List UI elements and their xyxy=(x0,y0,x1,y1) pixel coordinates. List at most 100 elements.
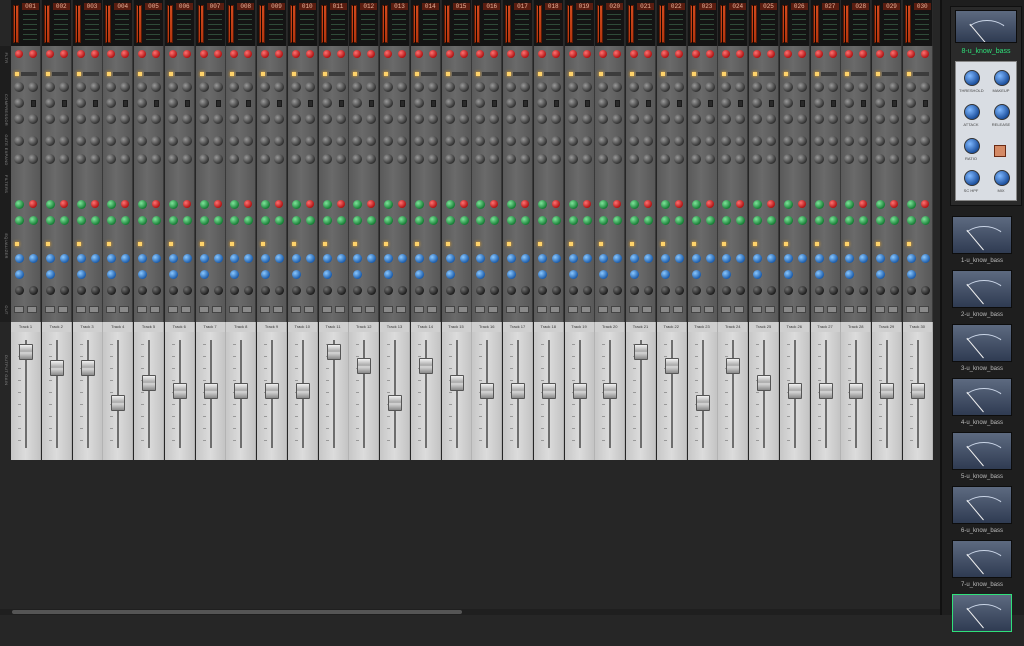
eq-low-gain-knob[interactable] xyxy=(613,200,622,208)
eq-lowmid-gain-knob[interactable] xyxy=(521,216,530,225)
gate-threshold-knob[interactable] xyxy=(506,136,516,146)
eq-lowmid-freq-knob[interactable] xyxy=(76,216,86,225)
comp-ratio-knob[interactable] xyxy=(858,82,869,92)
gate-threshold-knob[interactable] xyxy=(844,136,855,146)
comp-threshold-knob[interactable] xyxy=(629,82,639,92)
eq-lowmid-freq-knob[interactable] xyxy=(322,216,332,225)
output-pan-knob[interactable] xyxy=(168,286,178,295)
mute-button[interactable] xyxy=(580,306,591,313)
mute-button[interactable] xyxy=(150,306,160,313)
solo-button[interactable] xyxy=(321,306,332,313)
comp-ratio-knob[interactable] xyxy=(243,82,254,92)
comp-attack-knob[interactable] xyxy=(690,98,701,108)
solo-button[interactable] xyxy=(506,306,516,313)
eq-lowmid-freq-knob[interactable] xyxy=(168,216,178,225)
input-trim-knob[interactable] xyxy=(814,50,823,58)
output-pan-knob[interactable] xyxy=(138,286,147,295)
comp-threshold-knob[interactable] xyxy=(352,82,363,92)
eq-high-freq-knob[interactable] xyxy=(45,270,55,279)
lpf-knob[interactable] xyxy=(889,154,899,164)
eq-high-freq-knob[interactable] xyxy=(261,270,270,279)
gate-threshold-knob[interactable] xyxy=(659,136,670,146)
filter-knob[interactable] xyxy=(797,50,806,58)
horizontal-scrollbar[interactable] xyxy=(0,609,940,615)
eq-low-gain-knob[interactable] xyxy=(182,200,191,208)
eq-lowmid-gain-knob[interactable] xyxy=(182,216,192,225)
gate-range-knob[interactable] xyxy=(335,136,346,146)
preset-item[interactable]: 6-u_know_bass xyxy=(950,486,1014,538)
mute-button[interactable] xyxy=(303,306,314,313)
gate-range-knob[interactable] xyxy=(827,136,838,146)
comp-attack-knob[interactable] xyxy=(875,98,885,108)
gate-range-knob[interactable] xyxy=(212,136,223,146)
hpf-knob[interactable] xyxy=(75,154,86,164)
eq-high-freq-knob[interactable] xyxy=(353,270,363,279)
output-level-knob[interactable] xyxy=(705,286,715,295)
comp-release-knob[interactable] xyxy=(321,114,332,124)
solo-button[interactable] xyxy=(290,306,301,313)
eq-himid-gain-knob[interactable] xyxy=(551,254,561,263)
mute-button[interactable] xyxy=(457,306,468,313)
gate-threshold-knob[interactable] xyxy=(875,136,885,146)
gate-range-knob[interactable] xyxy=(643,136,653,146)
mute-button[interactable] xyxy=(549,306,560,313)
eq-high-freq-knob[interactable] xyxy=(414,270,424,279)
eq-lowmid-freq-knob[interactable] xyxy=(138,216,147,225)
comp-attack-knob[interactable] xyxy=(383,98,393,108)
eq-himid-freq-knob[interactable] xyxy=(660,254,670,263)
eq-low-freq-knob[interactable] xyxy=(476,200,486,209)
comp-threshold-knob[interactable] xyxy=(875,82,885,92)
output-pan-knob[interactable] xyxy=(691,286,701,295)
gate-threshold-knob[interactable] xyxy=(383,136,393,146)
eq-low-freq-knob[interactable] xyxy=(353,200,363,209)
solo-button[interactable] xyxy=(14,306,24,313)
solo-button[interactable] xyxy=(782,306,793,313)
eq-low-gain-knob[interactable] xyxy=(521,200,529,208)
eq-lowmid-freq-knob[interactable] xyxy=(722,216,732,225)
eq-himid-gain-knob[interactable] xyxy=(275,254,284,263)
comp-makeup-knob[interactable] xyxy=(735,114,746,124)
lpf-knob[interactable] xyxy=(704,154,715,164)
comp-release-knob[interactable] xyxy=(383,114,393,124)
lpf-knob[interactable] xyxy=(858,154,869,164)
hpf-knob[interactable] xyxy=(321,154,332,164)
comp-makeup-knob[interactable] xyxy=(243,114,254,124)
eq-himid-freq-knob[interactable] xyxy=(45,254,55,263)
hpf-knob[interactable] xyxy=(106,154,117,164)
gate-threshold-knob[interactable] xyxy=(444,136,455,146)
lpf-knob[interactable] xyxy=(58,154,69,164)
comp-release-knob[interactable] xyxy=(813,114,824,124)
attack-knob[interactable] xyxy=(964,104,980,120)
gate-threshold-knob[interactable] xyxy=(690,136,701,146)
eq-low-gain-knob[interactable] xyxy=(152,200,160,208)
comp-ratio-knob[interactable] xyxy=(427,82,438,92)
eq-low-gain-knob[interactable] xyxy=(213,200,222,208)
eq-high-freq-knob[interactable] xyxy=(845,270,855,279)
filter-knob[interactable] xyxy=(920,50,929,58)
mute-button[interactable] xyxy=(365,306,376,313)
mute-button[interactable] xyxy=(88,306,99,313)
output-pan-knob[interactable] xyxy=(845,286,855,295)
eq-himid-freq-knob[interactable] xyxy=(445,254,455,263)
comp-threshold-knob[interactable] xyxy=(475,82,486,92)
eq-high-freq-knob[interactable] xyxy=(691,270,701,279)
comp-makeup-knob[interactable] xyxy=(704,114,715,124)
eq-lowmid-freq-knob[interactable] xyxy=(537,216,547,225)
comp-attack-knob[interactable] xyxy=(260,98,270,108)
eq-high-freq-knob[interactable] xyxy=(783,270,793,279)
eq-lowmid-gain-knob[interactable] xyxy=(428,216,438,225)
input-trim-knob[interactable] xyxy=(230,50,239,58)
hpf-knob[interactable] xyxy=(444,154,455,164)
solo-button[interactable] xyxy=(721,306,732,313)
mute-button[interactable] xyxy=(488,306,499,313)
lpf-knob[interactable] xyxy=(366,154,377,164)
eq-low-gain-knob[interactable] xyxy=(797,200,806,208)
eq-himid-freq-knob[interactable] xyxy=(138,254,147,263)
eq-himid-freq-knob[interactable] xyxy=(814,254,824,263)
comp-ratio-knob[interactable] xyxy=(581,82,592,92)
comp-ratio-knob[interactable] xyxy=(827,82,838,92)
eq-high-freq-knob[interactable] xyxy=(107,270,117,279)
comp-ratio-knob[interactable] xyxy=(489,82,500,92)
eq-low-freq-knob[interactable] xyxy=(414,200,424,209)
hpf-knob[interactable] xyxy=(629,154,639,164)
